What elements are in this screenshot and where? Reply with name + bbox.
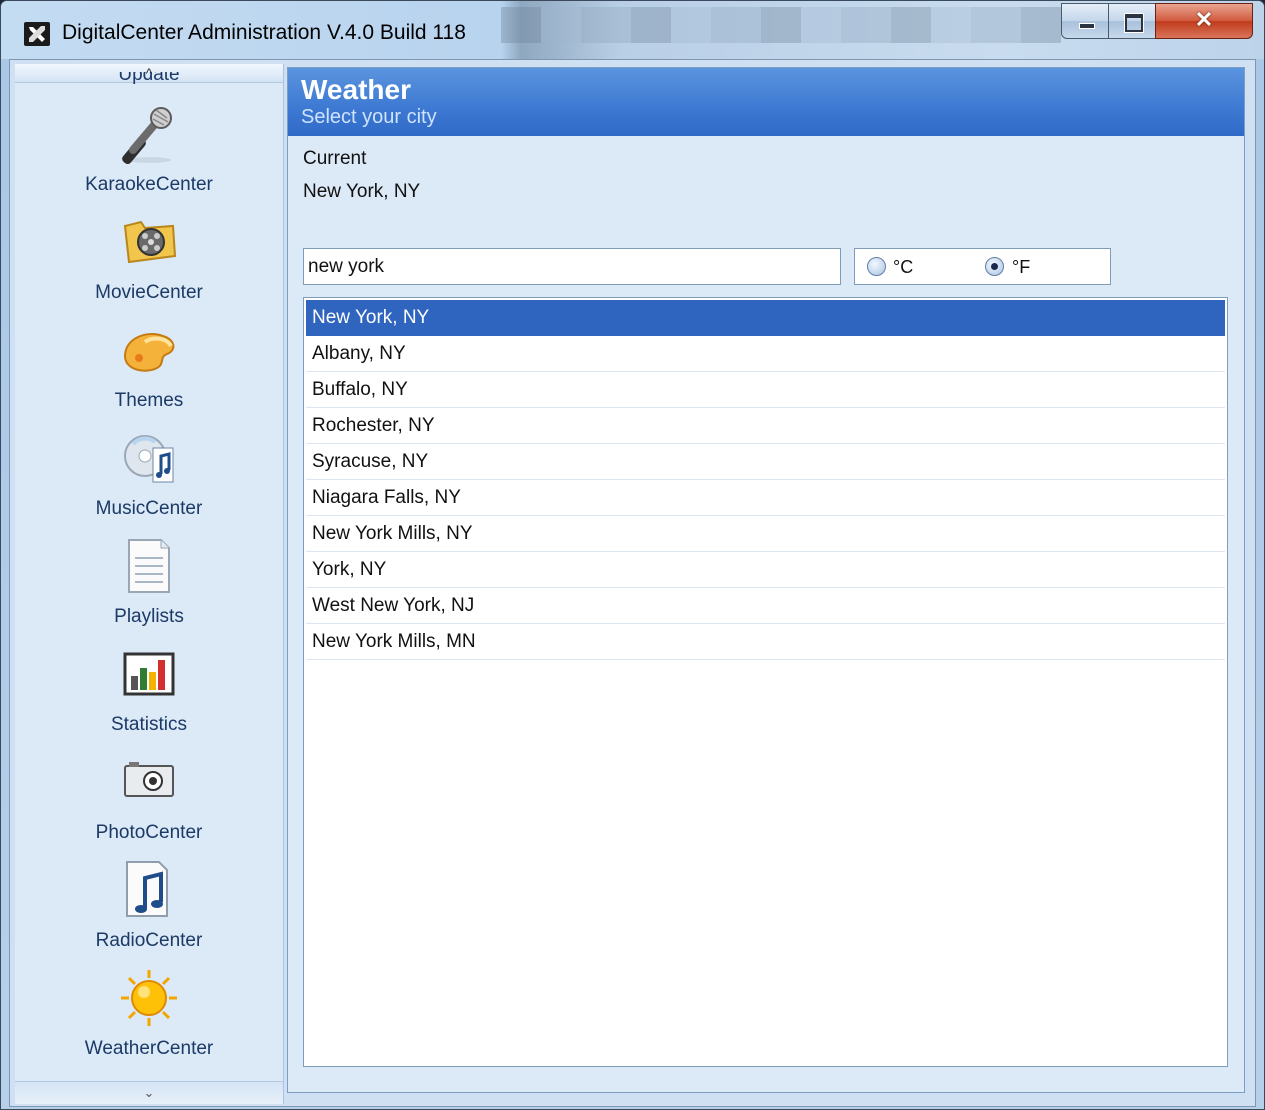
weather-panel: Weather Select your city Current New Yor… xyxy=(287,67,1245,1093)
sidebar-item-playlists[interactable]: Playlists xyxy=(15,536,283,636)
panel-header: Weather Select your city xyxy=(288,68,1244,136)
maximize-button[interactable] xyxy=(1108,3,1156,39)
sidebar-item-label: WeatherCenter xyxy=(84,1038,214,1059)
sidebar-item-weather[interactable]: WeatherCenter xyxy=(15,968,283,1068)
city-list-item[interactable]: Syracuse, NY xyxy=(306,444,1225,480)
tools-icon[interactable] xyxy=(24,22,50,46)
sidebar-item-update[interactable]: Update xyxy=(15,72,283,84)
bar-chart-icon xyxy=(119,644,179,704)
temperature-unit-group: °C °F xyxy=(854,248,1111,285)
sidebar-item-label: PhotoCenter xyxy=(95,822,203,843)
microphone-icon xyxy=(119,104,179,165)
city-search-input[interactable] xyxy=(303,248,841,285)
fahrenheit-radio[interactable] xyxy=(985,257,1004,276)
sidebar-item-label: MovieCenter xyxy=(95,282,203,303)
document-list-icon xyxy=(119,536,179,596)
sidebar-item-radio[interactable]: RadioCenter xyxy=(15,860,283,960)
close-icon: ✕ xyxy=(1194,7,1214,32)
sidebar-item-label: RadioCenter xyxy=(95,930,203,951)
city-list-item[interactable]: Niagara Falls, NY xyxy=(306,480,1225,516)
film-reel-icon xyxy=(119,212,179,272)
sidebar-item-label: MusicCenter xyxy=(95,498,203,519)
city-list-item[interactable]: West New York, NJ xyxy=(306,588,1225,624)
sidebar-item-label: Themes xyxy=(114,390,184,411)
close-button[interactable]: ✕ xyxy=(1155,3,1253,39)
maximize-icon xyxy=(1125,14,1143,32)
camera-icon xyxy=(119,752,179,812)
celsius-radio[interactable] xyxy=(867,257,886,276)
city-list-item[interactable]: Buffalo, NY xyxy=(306,372,1225,408)
celsius-label[interactable]: °C xyxy=(893,257,913,278)
window-title: DigitalCenter Administration V.4.0 Build… xyxy=(62,21,466,44)
sidebar-item-label: Playlists xyxy=(114,606,184,627)
app-window: DigitalCenter Administration V.4.0 Build… xyxy=(0,0,1265,1110)
city-list-item[interactable]: Albany, NY xyxy=(306,336,1225,372)
sidebar-item-photo[interactable]: PhotoCenter xyxy=(15,752,283,852)
page-title: Weather xyxy=(301,74,411,105)
sidebar-item-themes[interactable]: Themes xyxy=(15,320,283,420)
city-list-item[interactable]: New York Mills, MN xyxy=(306,624,1225,660)
sidebar-scroll-down-button[interactable]: ⌄ xyxy=(15,1081,283,1104)
sun-icon xyxy=(119,968,179,1028)
city-list-item[interactable]: New York, NY xyxy=(306,300,1225,336)
current-city-label: Current xyxy=(303,148,367,169)
sidebar: ^ Update KaraokeCenter MovieCenter Theme… xyxy=(15,64,284,1104)
music-cd-icon xyxy=(119,428,179,488)
sidebar-item-label: Statistics xyxy=(110,714,188,735)
sidebar-item-movie[interactable]: MovieCenter xyxy=(15,212,283,312)
title-bar[interactable]: DigitalCenter Administration V.4.0 Build… xyxy=(1,1,1264,59)
sidebar-item-karaoke[interactable]: KaraokeCenter xyxy=(15,104,283,204)
city-list[interactable]: New York, NY Albany, NY Buffalo, NY Rochest… xyxy=(303,297,1228,1067)
page-subtitle: Select your city xyxy=(301,106,437,128)
minimize-button[interactable] xyxy=(1061,3,1109,39)
fahrenheit-label[interactable]: °F xyxy=(1012,257,1030,278)
city-list-item[interactable]: Rochester, NY xyxy=(306,408,1225,444)
palette-icon xyxy=(119,320,179,380)
sidebar-item-label: KaraokeCenter xyxy=(85,174,213,195)
city-list-item[interactable]: New York Mills, NY xyxy=(306,516,1225,552)
sidebar-item-statistics[interactable]: Statistics xyxy=(15,644,283,744)
chevron-down-icon: ⌄ xyxy=(143,1085,155,1100)
music-note-icon xyxy=(119,860,179,920)
sidebar-item-music[interactable]: MusicCenter xyxy=(15,428,283,528)
current-city-value: New York, NY xyxy=(303,181,421,202)
city-list-item[interactable]: York, NY xyxy=(306,552,1225,588)
minimize-icon xyxy=(1079,23,1095,29)
title-bar-glass xyxy=(501,7,1061,43)
